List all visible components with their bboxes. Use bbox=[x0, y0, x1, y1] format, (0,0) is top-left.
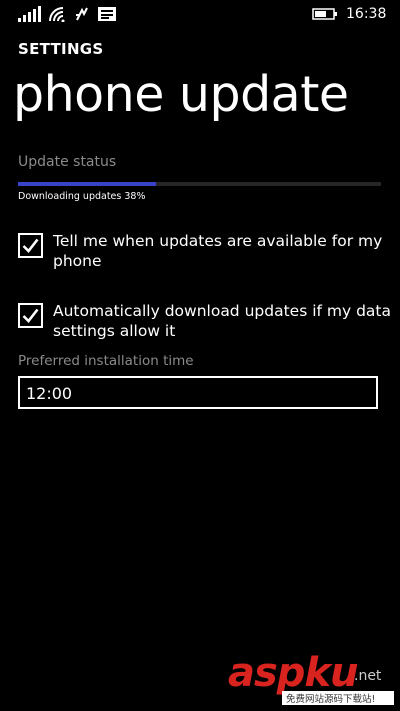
install-time-picker[interactable]: 12:00 bbox=[18, 376, 378, 409]
checkmark-icon bbox=[22, 308, 39, 323]
section-label: SETTINGS bbox=[18, 40, 104, 58]
update-status-heading: Update status bbox=[18, 154, 117, 170]
install-time-value: 12:00 bbox=[26, 384, 73, 403]
signal-icon bbox=[18, 6, 41, 22]
download-progress-fill bbox=[18, 182, 156, 186]
status-bar: 16:38 bbox=[0, 0, 400, 28]
download-progress-text: Downloading updates 38% bbox=[18, 191, 146, 202]
install-time-label: Preferred installation time bbox=[18, 353, 194, 369]
notify-updates-checkbox[interactable] bbox=[18, 233, 43, 258]
download-progress-bar bbox=[18, 182, 381, 186]
sim-icon bbox=[76, 7, 88, 21]
svg-text:aspku: aspku bbox=[228, 650, 358, 696]
battery-icon bbox=[312, 8, 337, 20]
message-icon bbox=[98, 7, 116, 21]
auto-download-checkbox[interactable] bbox=[18, 303, 43, 328]
watermark-logo: aspku .net 免费网站源码下载站! bbox=[228, 650, 394, 705]
notify-updates-label: Tell me when updates are available for m… bbox=[53, 232, 383, 270]
clock: 16:38 bbox=[346, 6, 387, 22]
svg-text:.net: .net bbox=[354, 668, 382, 684]
svg-text:免费网站源码下载站!: 免费网站源码下载站! bbox=[286, 693, 375, 705]
wifi-icon bbox=[49, 7, 65, 22]
auto-download-label: Automatically download updates if my dat… bbox=[53, 302, 391, 340]
page-title: phone update bbox=[13, 66, 349, 123]
checkmark-icon bbox=[22, 238, 39, 253]
